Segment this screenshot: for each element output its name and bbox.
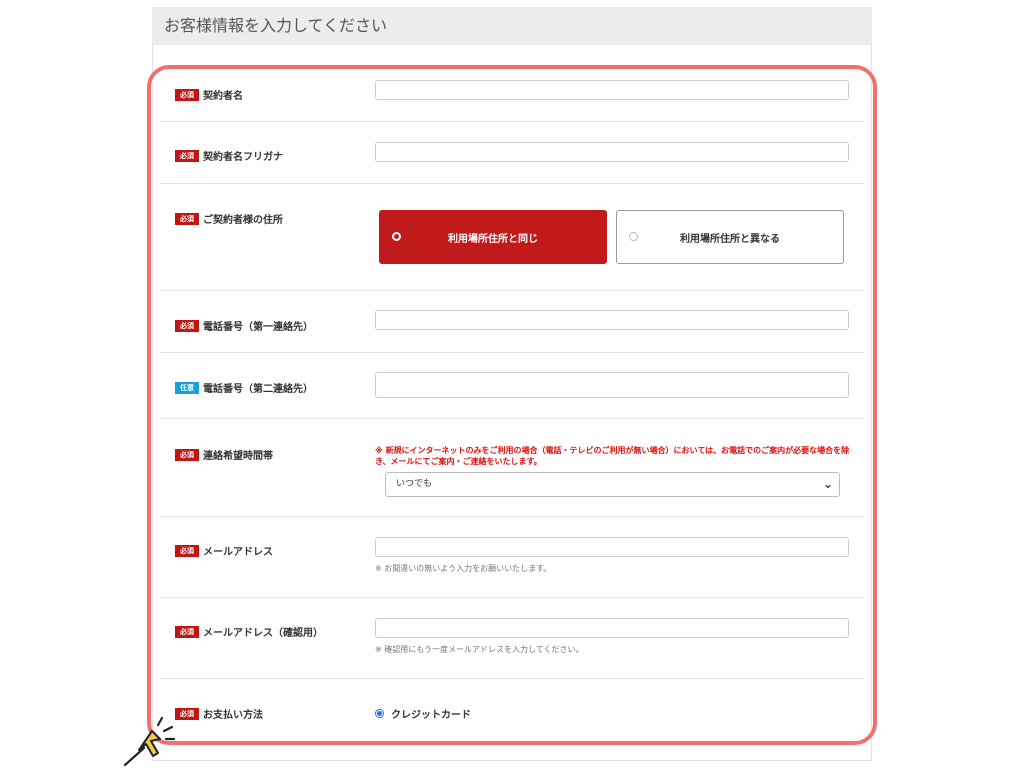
address-different-option[interactable]: 利用場所住所と異なる <box>616 210 844 264</box>
required-badge: 必須 <box>175 319 199 332</box>
field-label: 任意 電話番号（第二連絡先） <box>175 380 313 395</box>
option-label: クレジットカード <box>391 710 471 721</box>
field-row-contract-name: 必須 契約者名 <box>160 62 864 122</box>
field-label-text: 電話番号（第二連絡先） <box>203 384 313 395</box>
contract-kana-input[interactable] <box>375 142 849 162</box>
required-badge: 必須 <box>175 625 199 638</box>
field-row-contact-time: 必須 連絡希望時間帯 ※ 新規にインターネットのみをご利用の場合（電話・テレビの… <box>160 419 864 517</box>
option-label: 利用場所住所と同じ <box>448 233 538 245</box>
field-label: 必須 契約者名フリガナ <box>175 148 283 163</box>
select-value: いつでも <box>396 479 433 489</box>
field-label-text: メールアドレス（確認用） <box>203 628 323 639</box>
field-label-text: ご契約者様の住所 <box>203 215 283 226</box>
field-label: 必須 ご契約者様の住所 <box>175 211 283 226</box>
required-badge: 必須 <box>175 544 199 557</box>
page-title: お客様情報を入力してください <box>152 7 872 45</box>
phone1-input[interactable] <box>375 310 849 330</box>
field-label: 必須 メールアドレス <box>175 543 273 558</box>
contact-time-warning: ※ 新規にインターネットのみをご利用の場合（電話・テレビのご利用が無い場合）にお… <box>375 446 850 466</box>
radio-selected-icon <box>392 232 401 241</box>
field-row-contract-kana: 必須 契約者名フリガナ <box>160 122 864 184</box>
required-badge: 必須 <box>175 149 199 162</box>
field-label-text: 契約者名フリガナ <box>203 152 283 163</box>
field-label: 必須 メールアドレス（確認用） <box>175 624 323 639</box>
field-label: 必須 電話番号（第一連絡先） <box>175 318 313 333</box>
field-label-text: 契約者名 <box>203 91 243 102</box>
field-label: 必須 契約者名 <box>175 87 243 102</box>
pointing-hand-icon <box>123 716 176 767</box>
radio-unselected-icon <box>629 232 638 241</box>
radio-selected-icon <box>375 709 384 718</box>
phone2-input[interactable] <box>375 372 849 398</box>
email-confirm-input[interactable] <box>375 618 849 638</box>
field-row-phone1: 必須 電話番号（第一連絡先） <box>160 291 864 353</box>
field-row-email: 必須 メールアドレス ※ お間違いの無いよう入力をお願いいたします。 <box>160 517 864 598</box>
address-same-option[interactable]: 利用場所住所と同じ <box>379 210 607 264</box>
field-row-phone2: 任意 電話番号（第二連絡先） <box>160 353 864 419</box>
required-badge: 必須 <box>175 448 199 461</box>
email-confirm-note: ※ 確認用にもう一度メールアドレスを入力してください。 <box>375 645 584 654</box>
required-badge: 必須 <box>175 212 199 225</box>
field-label: 必須 お支払い方法 <box>175 706 263 721</box>
field-row-payment: 必須 お支払い方法 クレジットカード <box>160 679 864 739</box>
field-label: 必須 連絡希望時間帯 <box>175 447 273 462</box>
field-row-email-confirm: 必須 メールアドレス（確認用） ※ 確認用にもう一度メールアドレスを入力してくだ… <box>160 598 864 679</box>
option-label: 利用場所住所と異なる <box>680 233 780 245</box>
contact-time-select[interactable]: いつでも ⌄ <box>385 472 840 497</box>
contract-name-input[interactable] <box>375 80 849 100</box>
field-label-text: 連絡希望時間帯 <box>203 451 273 462</box>
field-label-text: 電話番号（第一連絡先） <box>203 322 313 333</box>
field-row-address: 必須 ご契約者様の住所 利用場所住所と同じ 利用場所住所と異なる <box>160 184 864 291</box>
chevron-down-icon: ⌄ <box>822 477 833 491</box>
field-label-text: メールアドレス <box>203 547 273 558</box>
email-input[interactable] <box>375 537 849 557</box>
email-note: ※ お間違いの無いよう入力をお願いいたします。 <box>375 564 552 573</box>
optional-badge: 任意 <box>175 381 199 394</box>
payment-option-credit-card[interactable]: クレジットカード <box>375 706 471 721</box>
required-badge: 必須 <box>175 707 199 720</box>
required-badge: 必須 <box>175 88 199 101</box>
field-label-text: お支払い方法 <box>203 710 263 721</box>
